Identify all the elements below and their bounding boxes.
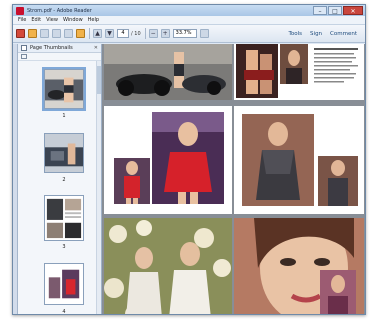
minimize-button[interactable]: –	[313, 6, 327, 15]
window-controls: – □ ✕	[312, 6, 363, 15]
document-page	[104, 44, 232, 100]
maximize-button[interactable]: □	[328, 6, 342, 15]
menu-window[interactable]: Window	[63, 17, 83, 23]
sign-button[interactable]: Sign	[310, 31, 322, 37]
zoom-in-icon[interactable]: +	[160, 29, 170, 38]
toolbar-separator	[89, 28, 90, 39]
save-icon[interactable]	[40, 29, 49, 38]
photo-model-flowers	[104, 218, 232, 314]
thumbnail-page-1[interactable]	[42, 67, 86, 111]
panel-close-button[interactable]: ✕	[94, 45, 98, 51]
menu-edit[interactable]: Edit	[31, 17, 41, 23]
page-total: / 10	[131, 30, 141, 37]
window-title: Strom.pdf - Adobe Reader	[27, 7, 92, 14]
comment-button[interactable]: Comment	[330, 31, 357, 37]
thumbnail-list: 1 2 3 4	[18, 61, 95, 314]
photo-model-poster	[236, 44, 278, 98]
thumbnail-page-number: 4	[62, 309, 66, 314]
adobe-reader-window: Strom.pdf - Adobe Reader – □ ✕ File Edit…	[12, 4, 366, 315]
open-icon[interactable]	[28, 29, 37, 38]
menu-view[interactable]: View	[46, 17, 58, 23]
thumbnail-page-4[interactable]	[44, 263, 84, 305]
title-bar: Strom.pdf - Adobe Reader – □ ✕	[13, 5, 365, 16]
toolbar-separator	[144, 28, 146, 39]
document-page	[104, 106, 232, 214]
toolbar: ▲ ▼ 4 / 10 − + 33.7% Tools Sign Comment	[13, 25, 365, 43]
document-page	[234, 44, 364, 100]
thumbnail-page-2[interactable]	[44, 133, 84, 173]
panel-header: Page Thumbnails ✕	[18, 44, 101, 53]
photo-model-lace-dress	[242, 114, 314, 206]
document-page	[234, 106, 364, 214]
zoom-select[interactable]: 33.7%	[172, 29, 197, 38]
thumbnail-page-number: 1	[62, 113, 66, 119]
panel-options-bar	[18, 53, 101, 61]
adobe-app-icon	[16, 6, 24, 15]
up-arrow-icon[interactable]: ▲	[93, 29, 102, 38]
pages-icon	[21, 45, 27, 51]
zoom-out-icon[interactable]: −	[148, 29, 158, 38]
photo-model-portrait	[280, 44, 308, 84]
create-icon[interactable]	[16, 29, 25, 38]
thumbnails-panel: Page Thumbnails ✕ 1 2 3 4	[18, 44, 102, 314]
text-block	[314, 48, 360, 88]
email-icon[interactable]	[64, 29, 73, 38]
down-arrow-icon[interactable]: ▼	[105, 29, 114, 38]
menu-file[interactable]: File	[18, 17, 26, 23]
options-icon[interactable]	[21, 54, 27, 59]
thumbnail-page-number: 3	[62, 244, 66, 250]
print-icon[interactable]	[52, 29, 61, 38]
panel-title: Page Thumbnails	[30, 45, 73, 51]
document-view[interactable]	[102, 44, 365, 314]
document-page	[234, 218, 364, 314]
thumbnail-page-number: 2	[62, 177, 66, 183]
share-icon[interactable]	[76, 29, 85, 38]
document-page	[104, 218, 232, 314]
thumbnail-page-3[interactable]	[44, 195, 84, 241]
photo-model-lace-small	[318, 156, 358, 206]
close-button[interactable]: ✕	[343, 6, 363, 15]
photo-model-red-dress-small	[114, 158, 150, 204]
page-number-input[interactable]: 4	[117, 29, 129, 38]
menu-help[interactable]: Help	[88, 17, 99, 23]
scrollbar-thumb[interactable]	[97, 66, 101, 94]
menu-bar: File Edit View Window Help	[13, 16, 365, 25]
photo-motorcycle-model	[104, 44, 232, 100]
photo-model-inset	[320, 270, 356, 314]
photo-model-red-dress-large	[152, 112, 224, 204]
tools-button[interactable]: Tools	[288, 31, 302, 37]
thumbnail-scrollbar[interactable]	[96, 61, 101, 314]
select-icon[interactable]	[199, 29, 209, 38]
